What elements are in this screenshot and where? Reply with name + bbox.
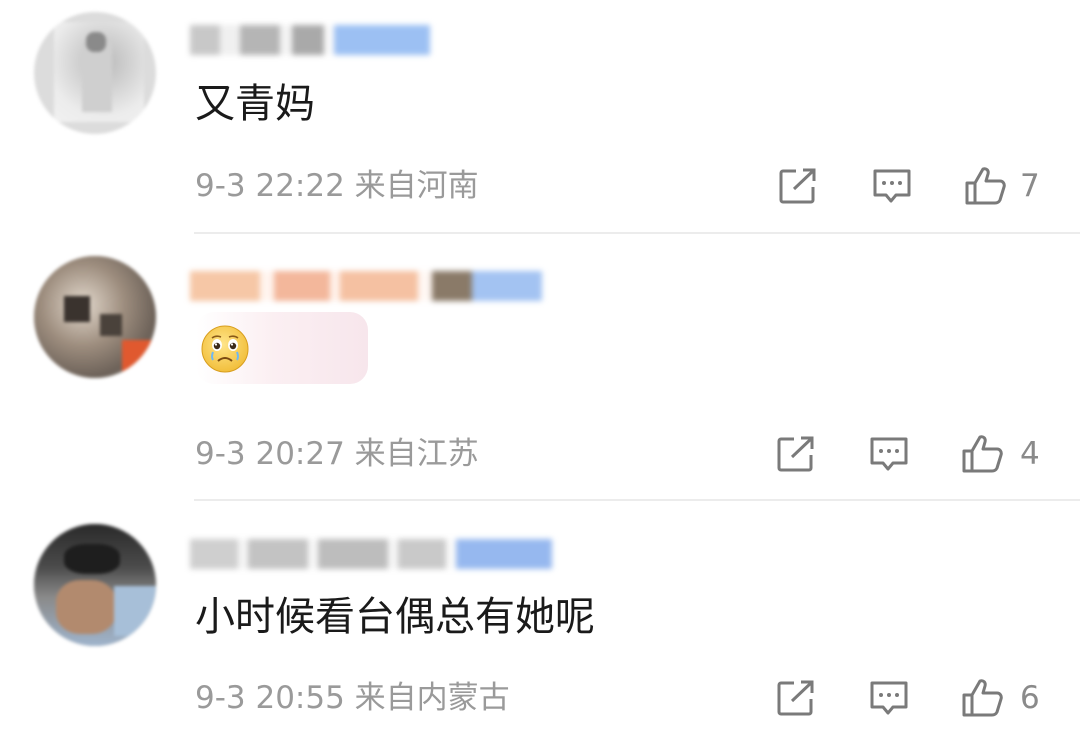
comment-text: 小时候看台偶总有她呢 [195, 594, 595, 640]
thumbs-up-icon [965, 167, 1006, 205]
username-blurred[interactable] [190, 22, 430, 58]
comment-time-location: 9-3 20:27 来自江苏 [195, 436, 479, 472]
repost-icon [777, 436, 814, 472]
thumbs-up-icon [962, 435, 1003, 473]
thumbs-up-icon [962, 679, 1003, 717]
comment-meta: 9-3 22:22 来自河南 7 [0, 164, 1080, 208]
reply-button[interactable] [868, 434, 910, 474]
comment-item: 又青妈 9-3 22:22 来自河南 7 [0, 0, 1080, 234]
avatar[interactable] [34, 256, 156, 378]
username-blurred[interactable] [190, 536, 552, 572]
like-count: 6 [1020, 680, 1040, 716]
like-button[interactable] [961, 434, 1003, 474]
avatar[interactable] [34, 12, 156, 134]
repost-icon [777, 680, 814, 716]
comment-icon [870, 437, 908, 471]
like-count: 7 [1020, 168, 1040, 204]
emoji-reply [196, 312, 368, 384]
repost-button[interactable] [777, 166, 819, 206]
like-button[interactable] [961, 678, 1003, 718]
repost-icon [779, 168, 816, 204]
comment-text: 又青妈 [195, 81, 315, 127]
like-count: 4 [1020, 436, 1040, 472]
reply-button[interactable] [868, 678, 910, 718]
crying-face-emoji [201, 325, 249, 373]
avatar[interactable] [34, 524, 156, 646]
comment-time-location: 9-3 20:55 来自内蒙古 [195, 680, 510, 716]
comment-meta: 9-3 20:27 来自江苏 4 [0, 432, 1080, 476]
reply-button[interactable] [871, 166, 913, 206]
like-button[interactable] [964, 166, 1006, 206]
comment-time-location: 9-3 22:22 来自河南 [195, 168, 479, 204]
repost-button[interactable] [775, 434, 817, 474]
comment-icon [870, 681, 908, 715]
comment-item: 小时候看台偶总有她呢 9-3 20:55 来自内蒙古 6 [0, 500, 1080, 732]
username-blurred[interactable] [190, 268, 542, 304]
comment-item: 9-3 20:27 来自江苏 4 [0, 234, 1080, 501]
repost-button[interactable] [775, 678, 817, 718]
comment-meta: 9-3 20:55 来自内蒙古 6 [0, 676, 1080, 720]
comment-icon [873, 169, 911, 203]
